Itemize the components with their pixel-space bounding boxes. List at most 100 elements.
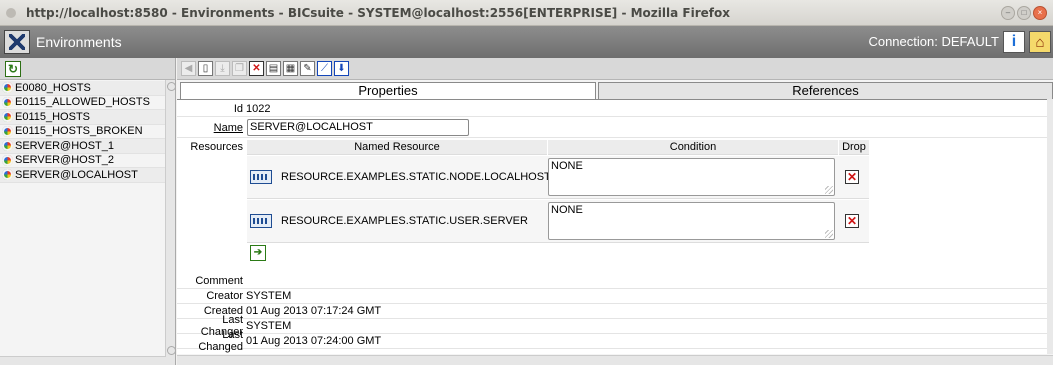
- save-button[interactable]: ⤓: [215, 61, 230, 76]
- id-label: Id: [233, 103, 243, 115]
- tree-item-label: SERVER@HOST_2: [15, 154, 114, 167]
- id-value: 1022: [246, 103, 271, 115]
- new-document-icon: ▯: [202, 63, 209, 74]
- window-menu-icon[interactable]: [6, 7, 16, 18]
- left-toolbar: ↻: [0, 58, 175, 80]
- tree-item[interactable]: E0115_HOSTS_BROKEN: [0, 125, 175, 139]
- app-title: Environments: [36, 34, 122, 50]
- refresh-icon[interactable]: ↻: [5, 61, 21, 77]
- named-resource-icon: [250, 170, 272, 184]
- drop-button[interactable]: ✕: [845, 214, 859, 228]
- app-header: Environments Connection: DEFAULT i ⌂: [0, 26, 1053, 58]
- tree-item[interactable]: E0080_HOSTS: [0, 81, 175, 96]
- tree-item[interactable]: E0115_ALLOWED_HOSTS: [0, 96, 175, 110]
- tab-references[interactable]: References: [598, 82, 1053, 99]
- name-label-text: Name: [213, 121, 243, 134]
- new-button[interactable]: ▯: [198, 61, 213, 76]
- search-icon: ▦: [285, 63, 296, 74]
- tree-item-label: SERVER@HOST_1: [15, 139, 114, 152]
- window-titlebar: http://localhost:8580 - Environments - B…: [0, 0, 1053, 26]
- last-changed-label: Last Changed: [198, 329, 243, 353]
- edit-button[interactable]: ✎: [300, 61, 315, 76]
- tree-item-label: SERVER@LOCALHOST: [15, 168, 138, 181]
- tree-item[interactable]: E0115_HOSTS: [0, 110, 175, 125]
- minimize-button[interactable]: –: [1001, 6, 1015, 20]
- resources-table: Named Resource Condition Drop RESOURCE.E…: [247, 140, 869, 270]
- detail-vertical-scrollbar[interactable]: [1047, 99, 1053, 354]
- arrow-down-icon: ⬇: [337, 63, 346, 74]
- created-value: 01 Aug 2013 07:17:24 GMT: [246, 305, 382, 317]
- environment-icon: [2, 140, 13, 152]
- edit-icon: ✎: [303, 63, 312, 74]
- arrow-left-icon: ◀: [184, 63, 193, 74]
- name-label: Name: [177, 122, 246, 134]
- paste-button[interactable]: ▤: [266, 61, 281, 76]
- environment-icon: [2, 169, 13, 181]
- tree-item-label: E0115_ALLOWED_HOSTS: [15, 96, 150, 109]
- drop-button[interactable]: ✕: [845, 170, 859, 184]
- detail-toolbar: ◀ ▯ ⤓ ❐ ✕ ▤ ▦ ✎ ⟋ ⬇: [177, 58, 1053, 80]
- detail-horizontal-scrollbar[interactable]: [177, 355, 1053, 365]
- resources-label: Resources: [190, 141, 243, 153]
- search-button[interactable]: ▦: [283, 61, 298, 76]
- export-button[interactable]: ⬇: [334, 61, 349, 76]
- environment-icon: [2, 111, 13, 123]
- app-logo-icon: [4, 30, 30, 54]
- left-horizontal-scrollbar[interactable]: [0, 356, 166, 365]
- condition-field[interactable]: NONE: [548, 202, 835, 240]
- environment-list-panel: ↻ E0080_HOSTS E0115_ALLOWED_HOSTS E0115_…: [0, 58, 176, 365]
- info-button[interactable]: i: [1003, 31, 1025, 53]
- comment-label: Comment: [195, 275, 243, 287]
- last-changed-value: 01 Aug 2013 07:24:00 GMT: [246, 335, 382, 347]
- environment-icon: [2, 96, 13, 108]
- home-icon: ⌂: [1035, 33, 1045, 51]
- environment-tree: E0080_HOSTS E0115_ALLOWED_HOSTS E0115_HO…: [0, 80, 175, 183]
- chart-button[interactable]: ⟋: [317, 61, 332, 76]
- window-controls: – □ ×: [1001, 6, 1047, 20]
- tree-item-label: E0080_HOSTS: [15, 81, 91, 94]
- back-button[interactable]: ◀: [181, 61, 196, 76]
- connection-label: Connection: DEFAULT: [868, 34, 999, 49]
- name-field[interactable]: SERVER@LOCALHOST: [247, 119, 469, 136]
- copy-button[interactable]: ❐: [232, 61, 247, 76]
- named-resource-header: Named Resource: [247, 140, 547, 155]
- tree-item-label: E0115_HOSTS: [15, 110, 91, 123]
- info-icon: i: [1011, 33, 1017, 50]
- tree-item[interactable]: SERVER@HOST_1: [0, 139, 175, 154]
- tree-item[interactable]: SERVER@LOCALHOST: [0, 168, 175, 183]
- close-window-button[interactable]: ×: [1033, 6, 1047, 20]
- tab-properties[interactable]: Properties: [180, 82, 596, 99]
- delete-icon: ✕: [846, 170, 858, 184]
- delete-icon: ✕: [252, 63, 261, 74]
- home-button[interactable]: ⌂: [1029, 31, 1051, 53]
- condition-field[interactable]: NONE: [548, 158, 835, 196]
- named-resource-icon: [250, 214, 272, 228]
- created-row: Created 01 Aug 2013 07:17:24 GMT: [177, 304, 1053, 319]
- tree-item[interactable]: SERVER@HOST_2: [0, 154, 175, 168]
- chart-icon: ⟋: [321, 63, 328, 74]
- resource-name: RESOURCE.EXAMPLES.STATIC.USER.SERVER: [281, 215, 528, 227]
- delete-button[interactable]: ✕: [249, 61, 264, 76]
- id-row: Id 1022: [177, 102, 1053, 117]
- table-row: RESOURCE.EXAMPLES.STATIC.NODE.LOCALHOST …: [247, 156, 869, 199]
- creator-value: SYSTEM: [246, 290, 292, 302]
- environment-icon: [2, 154, 13, 166]
- environment-icon: [2, 125, 13, 137]
- left-vertical-scrollbar[interactable]: [165, 80, 176, 365]
- last-changed-row: Last Changed 01 Aug 2013 07:24:00 GMT: [177, 329, 1053, 353]
- window-title: http://localhost:8580 - Environments - B…: [26, 5, 730, 20]
- environment-icon: [2, 82, 13, 94]
- creator-label: Creator: [206, 290, 243, 302]
- resource-name: RESOURCE.EXAMPLES.STATIC.NODE.LOCALHOST: [281, 171, 551, 183]
- add-icon: ➔: [253, 247, 263, 258]
- last-changer-row: Last Changer SYSTEM: [177, 314, 1053, 338]
- condition-header: Condition: [548, 140, 838, 155]
- table-row: RESOURCE.EXAMPLES.STATIC.USER.SERVER NON…: [247, 200, 869, 243]
- add-resource-button[interactable]: ➔: [250, 245, 266, 261]
- delete-icon: ✕: [846, 214, 858, 228]
- comment-row: Comment: [177, 274, 1053, 289]
- paste-icon: ▤: [268, 63, 279, 74]
- last-changer-value: SYSTEM: [246, 320, 292, 332]
- maximize-button[interactable]: □: [1017, 6, 1031, 20]
- drop-header: Drop: [839, 140, 869, 155]
